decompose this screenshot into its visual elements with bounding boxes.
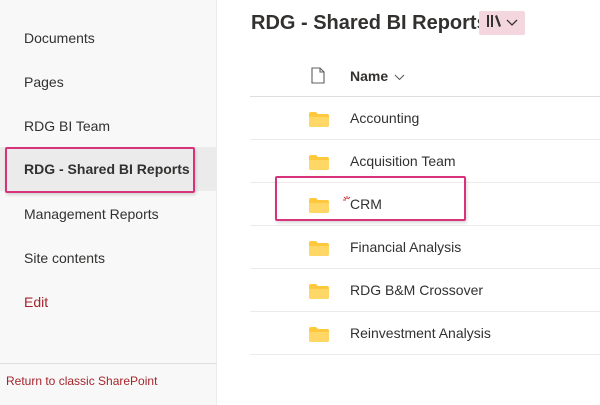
- folder-name[interactable]: Reinvestment Analysis: [350, 325, 491, 341]
- nav-item-label: Edit: [24, 294, 49, 310]
- library-title: RDG - Shared BI Reports: [251, 12, 488, 34]
- nav-item-label: Pages: [24, 74, 64, 90]
- folder-icon: [309, 284, 329, 304]
- nav-item-label: Site contents: [24, 250, 105, 266]
- nav-item-label: RDG BI Team: [24, 118, 111, 134]
- view-switcher-button[interactable]: [479, 11, 525, 35]
- library-icon: [486, 14, 502, 33]
- nav-item-pages[interactable]: Pages: [0, 60, 217, 104]
- nav-item-label: Management Reports: [24, 206, 159, 222]
- nav-item-rdg-bi-team[interactable]: RDG BI Team: [0, 104, 217, 148]
- folder-icon: [309, 241, 329, 261]
- click-indicator-icon: [343, 192, 352, 210]
- crm-highlight-box: [275, 176, 466, 221]
- list-header-row: Name: [250, 55, 600, 97]
- name-column-header[interactable]: Name: [350, 68, 405, 84]
- folder-row-accounting[interactable]: Accounting: [250, 97, 600, 140]
- nav-edit-link[interactable]: Edit: [0, 280, 217, 324]
- folder-row-financial-analysis[interactable]: Financial Analysis: [250, 226, 600, 269]
- nav-item-management-reports[interactable]: Management Reports: [0, 192, 217, 236]
- folder-name[interactable]: RDG B&M Crossover: [350, 282, 483, 298]
- left-navigation: Documents Pages RDG BI Team RDG - Shared…: [0, 0, 217, 405]
- sidebar-footer: Return to classic SharePoint: [0, 363, 217, 405]
- folder-row-reinvestment-analysis[interactable]: Reinvestment Analysis: [250, 312, 600, 355]
- nav-highlight-box: [5, 147, 195, 193]
- folder-name[interactable]: Acquisition Team: [350, 153, 456, 169]
- document-icon[interactable]: [311, 67, 325, 89]
- chevron-down-icon: [394, 68, 405, 84]
- folder-name[interactable]: Financial Analysis: [350, 239, 461, 255]
- return-to-classic-link[interactable]: Return to classic SharePoint: [6, 374, 157, 388]
- folder-icon: [309, 327, 329, 347]
- nav-item-site-contents[interactable]: Site contents: [0, 236, 217, 280]
- chevron-down-icon: [506, 14, 518, 32]
- folder-row-rdg-bm-crossover[interactable]: RDG B&M Crossover: [250, 269, 600, 312]
- nav-item-label: Documents: [24, 30, 95, 46]
- folder-icon: [309, 112, 329, 132]
- nav-item-documents[interactable]: Documents: [0, 16, 217, 60]
- folder-icon: [309, 155, 329, 175]
- folder-name[interactable]: Accounting: [350, 110, 419, 126]
- name-column-label: Name: [350, 68, 389, 84]
